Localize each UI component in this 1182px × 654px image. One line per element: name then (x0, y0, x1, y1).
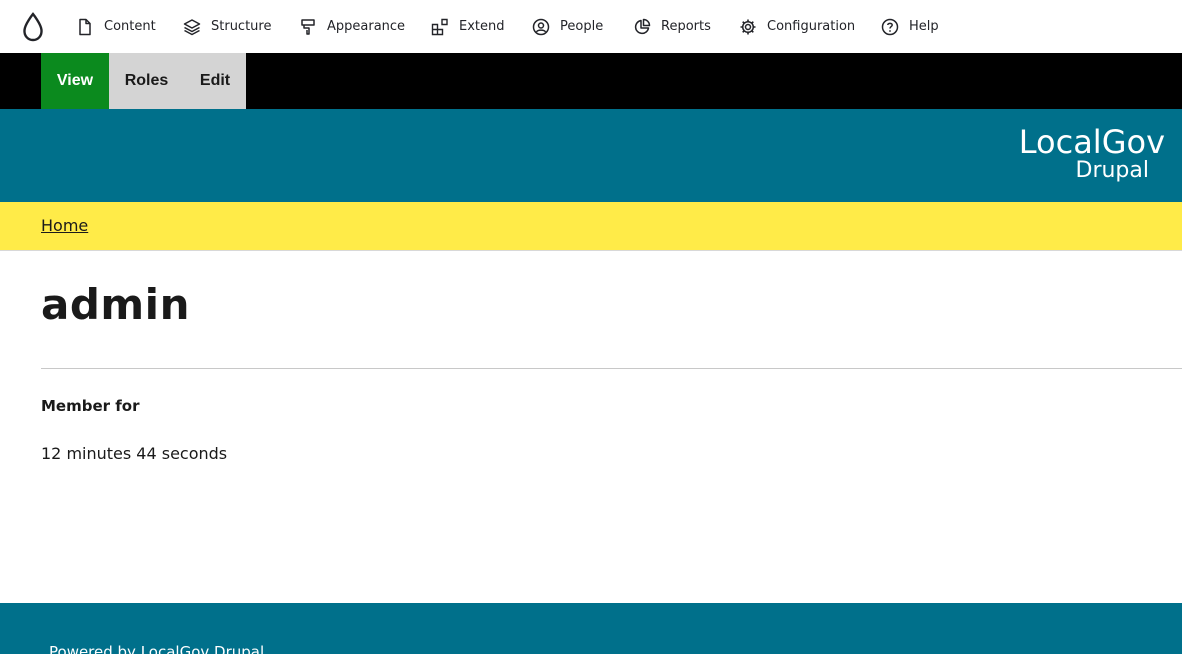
site-logo[interactable]: LocalGov Drupal (1003, 125, 1165, 189)
toolbar-item-structure[interactable]: Structure (183, 0, 271, 53)
logo-line-2: Drupal (1075, 158, 1150, 183)
help-circle-icon (881, 18, 899, 35)
tab-view[interactable]: View (41, 53, 109, 109)
toolbar-item-people[interactable]: People (532, 0, 603, 53)
drupal-drop-icon[interactable] (21, 12, 45, 42)
footer-powered-by-link[interactable]: Powered by LocalGov Drupal (49, 643, 264, 654)
toolbar-item-extend[interactable]: Extend (431, 0, 505, 53)
toolbar-item-content[interactable]: Content (76, 0, 156, 53)
member-for-value: 12 minutes 44 seconds (41, 444, 228, 463)
gear-icon (740, 19, 756, 34)
member-for-label: Member for (41, 397, 140, 415)
toolbar-label: Appearance (327, 19, 406, 34)
layers-icon (183, 18, 201, 35)
site-header: LocalGov Drupal (0, 109, 1182, 202)
page-title: admin (41, 280, 190, 329)
site-footer: Powered by LocalGov Drupal (0, 603, 1182, 654)
document-icon (79, 18, 91, 35)
pie-chart-icon (634, 18, 651, 34)
paint-brush-icon (301, 18, 315, 35)
breadcrumb: Home (0, 202, 1182, 251)
admin-toolbar: Content Structure Appearance Extend Peop… (0, 0, 1182, 53)
puzzle-blocks-icon (431, 18, 448, 35)
toolbar-label: Help (909, 19, 939, 34)
logo-line-1: LocalGov (1018, 123, 1165, 161)
toolbar-label: Structure (211, 19, 272, 34)
breadcrumb-home-link[interactable]: Home (41, 216, 88, 235)
tab-roles[interactable]: Roles (109, 53, 184, 109)
toolbar-item-appearance[interactable]: Appearance (299, 0, 405, 53)
toolbar-item-help[interactable]: Help (881, 0, 939, 53)
toolbar-item-reports[interactable]: Reports (633, 0, 711, 53)
toolbar-item-configuration[interactable]: Configuration (739, 0, 855, 53)
toolbar-label: Configuration (767, 19, 856, 34)
user-circle-icon (532, 18, 550, 35)
toolbar-label: Extend (459, 19, 505, 34)
divider (41, 368, 1182, 369)
toolbar-label: Content (104, 19, 156, 34)
tab-edit[interactable]: Edit (184, 53, 246, 109)
toolbar-label: People (560, 19, 604, 34)
local-tasks-bar: View Roles Edit (0, 53, 1182, 109)
toolbar-label: Reports (661, 19, 711, 34)
